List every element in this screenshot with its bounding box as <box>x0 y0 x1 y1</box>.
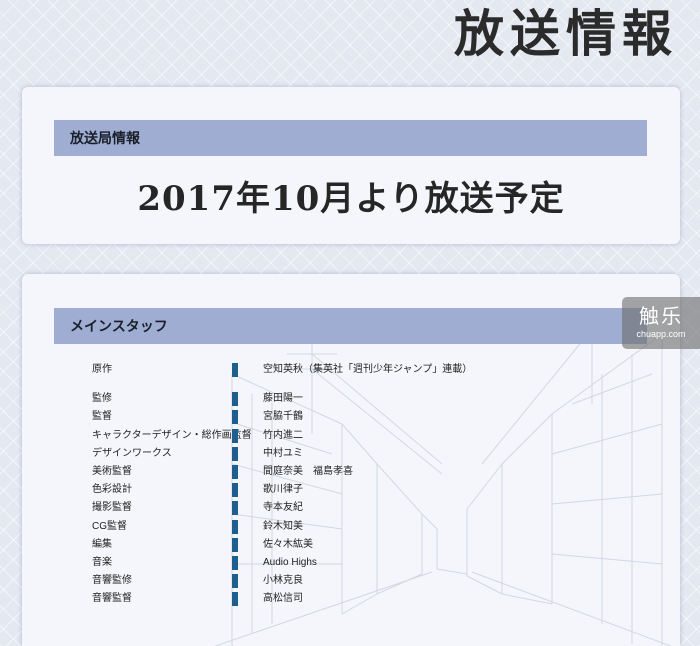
staff-row: 音響監督 高松信司 <box>22 590 680 608</box>
staff-row: 音響監修 小林克良 <box>22 572 680 590</box>
broadcast-station-header: 放送局情報 <box>54 120 647 156</box>
staff-divider-bar <box>232 519 238 534</box>
staff-row: 音楽 Audio Highs <box>22 554 680 572</box>
staff-row: 色彩設計 歌川律子 <box>22 481 680 499</box>
staff-role: 監督 <box>92 411 112 423</box>
staff-name: 間庭奈美 福島孝喜 <box>263 465 353 477</box>
main-staff-card: メインスタッフ 原作 空知英秋（集英社「週刊少年ジャンプ」連載） 監修 藤田陽一監督 宮… <box>22 274 680 646</box>
staff-name: 寺本友紀 <box>263 502 303 514</box>
staff-name: 竹内進二 <box>263 429 303 441</box>
watermark-logo-text: 触乐 <box>639 304 683 328</box>
staff-row: 原作 空知英秋（集英社「週刊少年ジャンプ」連載） <box>22 361 680 379</box>
staff-name: 鈴木知美 <box>263 520 303 532</box>
staff-row: 美術監督 間庭奈美 福島孝喜 <box>22 463 680 481</box>
staff-row: CG監督 鈴木知美 <box>22 518 680 536</box>
staff-divider-bar <box>232 555 238 570</box>
chuapp-watermark: 触乐 chuapp.com <box>622 297 700 349</box>
staff-role: 美術監督 <box>92 465 132 477</box>
staff-row: 編集 佐々木紘美 <box>22 536 680 554</box>
main-staff-header: メインスタッフ <box>54 308 647 344</box>
staff-name: 宮脇千鶴 <box>263 411 303 423</box>
staff-role: デザインワークス <box>92 447 172 459</box>
staff-role: 音楽 <box>92 556 112 568</box>
staff-name: 中村ユミ <box>263 447 303 459</box>
staff-divider-bar <box>232 428 238 443</box>
staff-list: 原作 空知英秋（集英社「週刊少年ジャンプ」連載） 監修 藤田陽一 監督 宮脇千鶴 キャラクタ… <box>22 361 680 608</box>
staff-divider-bar <box>232 392 238 407</box>
staff-role: 色彩設計 <box>92 484 132 496</box>
page-title: 放送情報 <box>454 4 678 63</box>
staff-role: 監修 <box>92 393 112 405</box>
staff-name: 小林克良 <box>263 575 303 587</box>
staff-divider-bar <box>232 464 238 479</box>
staff-role: CG監督 <box>92 520 127 532</box>
staff-name: 高松信司 <box>263 593 303 605</box>
staff-role: 原作 <box>92 364 112 375</box>
staff-name: 空知英秋（集英社「週刊少年ジャンプ」連載） <box>263 364 473 375</box>
staff-role: 音響監修 <box>92 575 132 587</box>
staff-divider-bar <box>232 363 238 377</box>
staff-row: 監督 宮脇千鶴 <box>22 408 680 426</box>
staff-role: 編集 <box>92 538 112 550</box>
staff-name: 藤田陽一 <box>263 393 303 405</box>
staff-row: 監修 藤田陽一 <box>22 390 680 408</box>
staff-role: 音響監督 <box>92 593 132 605</box>
staff-role: キャラクターデザイン・総作画監督 <box>92 429 252 441</box>
staff-divider-bar <box>232 592 238 607</box>
watermark-url: chuapp.com <box>636 329 686 339</box>
staff-divider-bar <box>232 483 238 498</box>
broadcast-info-card: 放送局情報 2017年10月より放送予定 <box>22 87 680 244</box>
staff-name: 歌川律子 <box>263 484 303 496</box>
staff-divider-bar <box>232 501 238 516</box>
broadcast-schedule: 2017年10月より放送予定 <box>137 179 565 219</box>
staff-divider-bar <box>232 410 238 425</box>
staff-divider-bar <box>232 574 238 589</box>
staff-row: キャラクターデザイン・総作画監督 竹内進二 <box>22 427 680 445</box>
staff-divider-bar <box>232 446 238 461</box>
staff-role: 撮影監督 <box>92 502 132 514</box>
staff-row: デザインワークス 中村ユミ <box>22 445 680 463</box>
staff-name: Audio Highs <box>263 556 317 568</box>
staff-row: 撮影監督 寺本友紀 <box>22 499 680 517</box>
staff-name: 佐々木紘美 <box>263 538 313 550</box>
staff-divider-bar <box>232 537 238 552</box>
